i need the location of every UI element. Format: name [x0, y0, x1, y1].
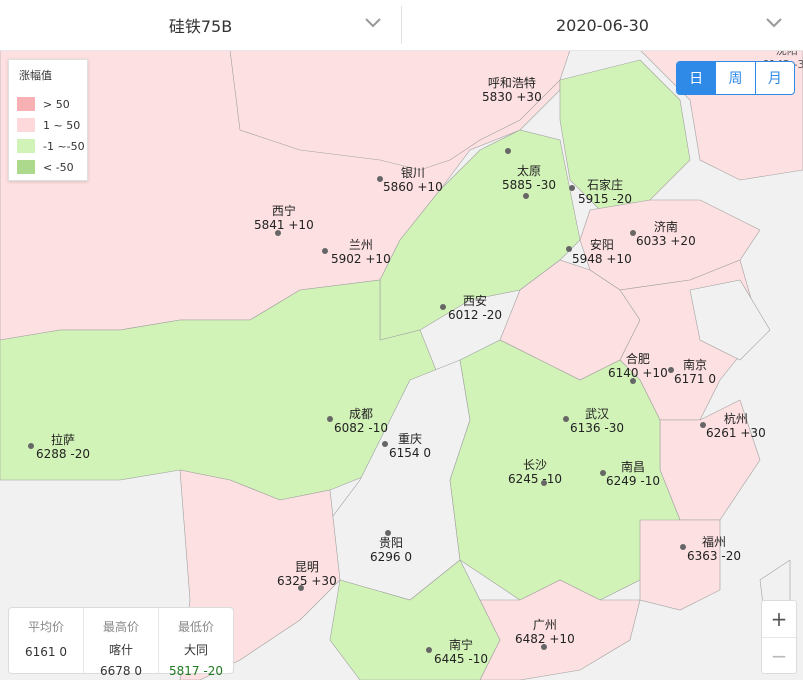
city-dot[interactable]: [426, 647, 432, 653]
city-label: 兰州 5902 +10: [331, 238, 391, 266]
legend-item[interactable]: < -50: [17, 160, 74, 174]
city-label: 石家庄 5915 -20: [578, 178, 632, 206]
stat-highest: 最高价 喀什 6678 0: [83, 608, 158, 678]
zoom-controls: + −: [761, 600, 797, 674]
zoom-in-button[interactable]: +: [762, 601, 796, 637]
city-label: 合肥 6140 +10: [608, 352, 668, 380]
city-dot[interactable]: [382, 441, 388, 447]
top-bar: 硅铁75B 2020-06-30: [0, 0, 803, 51]
city-label: 成都 6082 -10: [334, 407, 388, 435]
stat-value: 6161 0: [25, 645, 67, 659]
stat-label: 最高价: [102, 620, 139, 634]
date-label: 2020-06-30: [556, 15, 649, 35]
legend-swatch: [17, 97, 35, 111]
stat-average: 平均价 6161 0: [9, 608, 83, 673]
city-label: 武汉 6136 -30: [570, 407, 624, 435]
city-label: 贵阳 6296 0: [370, 536, 413, 564]
stat-lowest: 最低价 大同 5817 -20: [158, 608, 233, 678]
price-stats: 平均价 6161 0 最高价 喀什 6678 0 最低价 大同 5817 -20: [8, 607, 234, 678]
city-dot[interactable]: [440, 304, 446, 310]
legend-label: 1 ~ 50: [43, 118, 81, 132]
city-label: 南宁 6445 -10: [434, 638, 488, 666]
legend-label: < -50: [43, 160, 74, 174]
city-label: 银川 5860 +10: [383, 166, 443, 194]
period-day-button[interactable]: 日: [677, 62, 716, 94]
product-selector[interactable]: 硅铁75B: [0, 0, 401, 50]
zoom-out-button[interactable]: −: [762, 637, 796, 673]
city-label: 拉萨 6288 -20: [36, 433, 90, 461]
stat-value: 6678 0: [100, 664, 142, 678]
city-label: 济南 6033 +20: [636, 220, 696, 248]
chevron-down-icon[interactable]: [364, 16, 382, 30]
city-label: 重庆 6154 0: [389, 432, 432, 460]
city-label: 杭州 6261 +30: [706, 412, 766, 440]
legend-swatch: [17, 139, 35, 153]
city-label: 昆明 6325 +30: [277, 560, 337, 588]
city-dot[interactable]: [327, 416, 333, 422]
city-label: 福州 6363 -20: [687, 535, 741, 563]
legend-label: -1 ~-50: [43, 139, 85, 153]
legend-item[interactable]: > 50: [17, 97, 70, 111]
legend-swatch: [17, 160, 35, 174]
city-label: 南昌 6249 -10: [606, 460, 660, 488]
city-dot[interactable]: [563, 416, 569, 422]
city-label: 太原 5885 -30: [502, 164, 556, 192]
legend-item[interactable]: 1 ~ 50: [17, 118, 80, 132]
legend-label: > 50: [43, 97, 70, 111]
city-dot[interactable]: [569, 185, 575, 191]
city-dot[interactable]: [523, 193, 529, 199]
period-week-button[interactable]: 周: [715, 62, 754, 94]
stat-city: 喀什: [108, 643, 133, 657]
city-dot[interactable]: [322, 248, 328, 254]
legend-item[interactable]: -1 ~-50: [17, 139, 85, 153]
city-label: 安阳 5948 +10: [572, 238, 632, 266]
city-label: 长沙 6245 -10: [508, 458, 562, 486]
period-toggle: 日 周 月: [676, 61, 795, 95]
city-label: 呼和浩特 5830 +30: [482, 76, 542, 104]
city-dot[interactable]: [680, 544, 686, 550]
stat-value: 5817 -20: [169, 664, 223, 678]
price-map[interactable]: 呼和浩特 5830 +30 银川 5860 +10 太原 5885 -30 石家庄 59…: [0, 44, 803, 680]
stat-label: 最低价: [177, 620, 214, 634]
stat-city: 大同: [183, 643, 208, 657]
stat-label: 平均价: [27, 620, 64, 634]
product-label: 硅铁75B: [168, 17, 233, 36]
city-label: 西宁 5841 +10: [254, 204, 314, 232]
legend-swatch: [17, 118, 35, 132]
city-label: 西安 6012 -20: [448, 294, 502, 322]
date-selector[interactable]: 2020-06-30: [402, 0, 803, 50]
city-label: 广州 6482 +10: [515, 618, 575, 646]
period-month-button[interactable]: 月: [754, 62, 794, 94]
city-dot[interactable]: [28, 443, 34, 449]
legend-title: 涨幅值: [19, 69, 52, 82]
city-dot[interactable]: [505, 148, 511, 154]
chevron-down-icon[interactable]: [765, 16, 783, 30]
city-label: 南京 6171 0: [674, 358, 717, 386]
legend: 涨幅值 > 50 1 ~ 50 -1 ~-50 < -50: [8, 59, 88, 181]
